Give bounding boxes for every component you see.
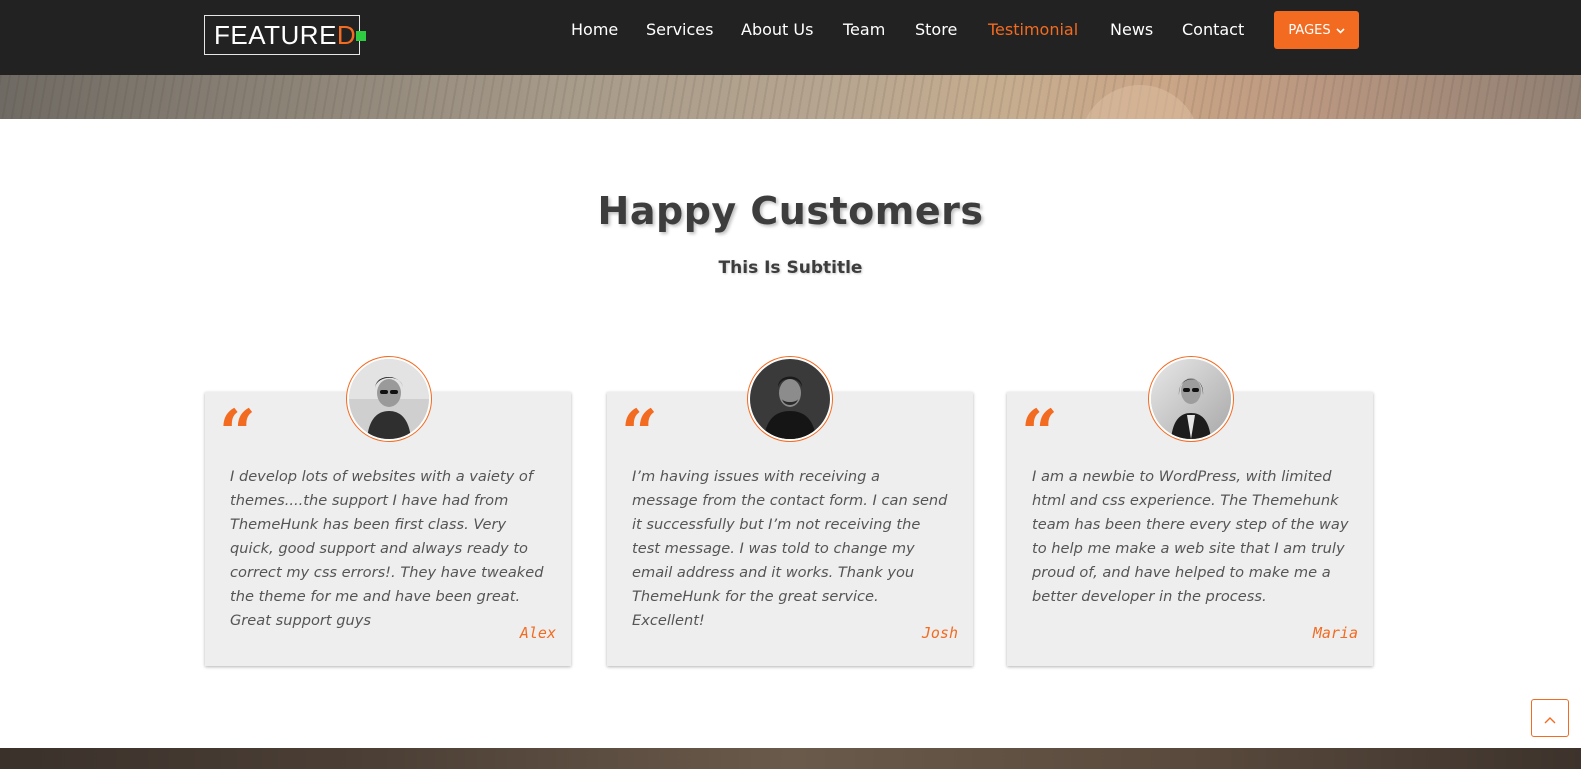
pages-button-label: PAGES — [1288, 22, 1331, 38]
section-subtitle: This Is Subtitle — [718, 258, 863, 278]
nav-item-news[interactable]: News — [1110, 20, 1153, 39]
quote-icon: “ — [621, 396, 658, 471]
chevron-up-icon — [1544, 709, 1556, 728]
quote-icon: “ — [219, 396, 256, 471]
avatar-josh — [747, 356, 833, 442]
nav-item-home[interactable]: Home — [571, 20, 618, 39]
testimonial-author: Josh — [921, 624, 958, 642]
testimonial-text: I am a newbie to WordPress, with limited… — [1032, 468, 1349, 605]
testimonial-author: Maria — [1312, 624, 1358, 642]
quote-icon: “ — [1021, 396, 1058, 471]
section-title: Happy Customers — [597, 189, 984, 233]
testimonial-text: I develop lots of websites with a vaiety… — [230, 468, 544, 629]
site-logo[interactable]: FEATURE D — [204, 15, 360, 55]
avatar-maria — [1148, 356, 1234, 442]
chevron-down-icon — [1336, 23, 1345, 38]
nav-item-testimonial[interactable]: Testimonial — [988, 20, 1078, 39]
avatar-alex — [346, 356, 432, 442]
nav-item-team[interactable]: Team — [843, 20, 885, 39]
footer-image-strip — [0, 748, 1581, 769]
testimonial-text: I’m having issues with receiving a messa… — [632, 468, 948, 629]
nav-item-store[interactable]: Store — [915, 20, 957, 39]
pages-dropdown-button[interactable]: PAGES — [1274, 11, 1359, 49]
logo-text: FEATURE — [214, 19, 337, 50]
nav-item-services[interactable]: Services — [646, 20, 713, 39]
hero-image-strip — [0, 75, 1581, 119]
logo-square-icon — [356, 31, 366, 41]
nav-item-about-us[interactable]: About Us — [741, 20, 813, 39]
logo-text-accent: D — [336, 19, 357, 50]
testimonial-author: Alex — [519, 624, 556, 642]
nav-item-contact[interactable]: Contact — [1182, 20, 1244, 39]
scroll-to-top-button[interactable] — [1531, 699, 1569, 737]
